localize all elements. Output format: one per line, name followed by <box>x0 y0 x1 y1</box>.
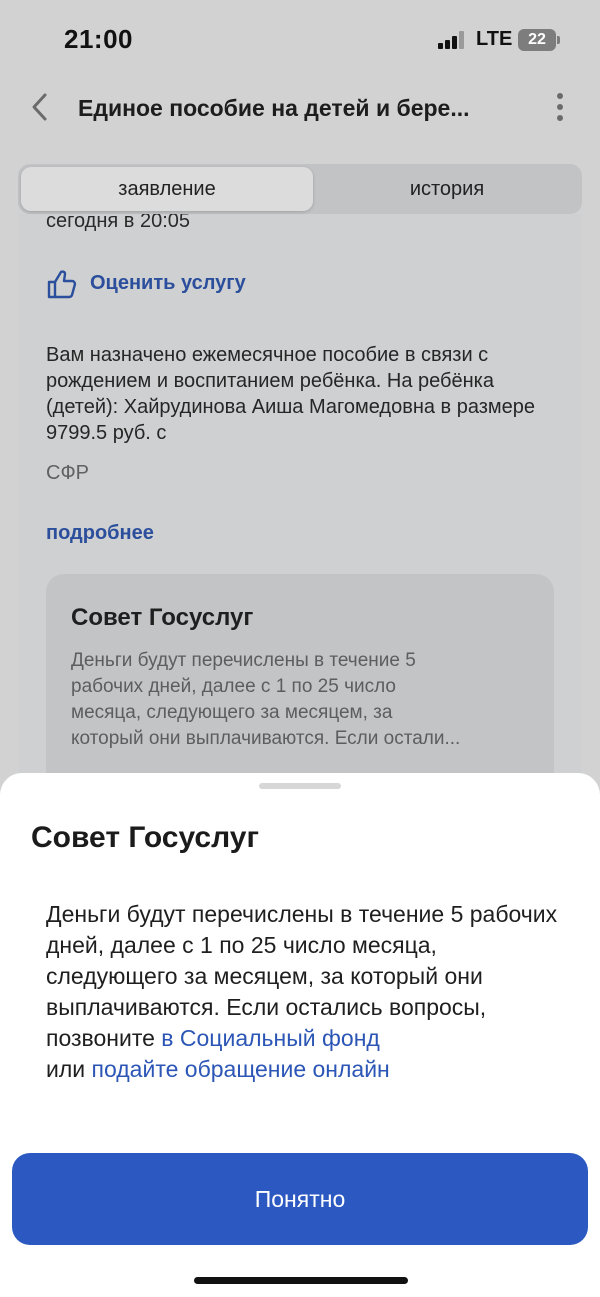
ok-button[interactable]: Понятно <box>12 1153 588 1245</box>
source-label: СФР <box>46 462 89 484</box>
advice-line: Деньги будут перечислены в течение 5 <box>71 650 416 671</box>
advice-line: который они выплачиваются. Если остали..… <box>71 728 461 749</box>
advice-line: рабочих дней, далее с 1 по 25 число <box>71 676 396 697</box>
online-appeal-link[interactable]: подайте обращение онлайн <box>92 1056 390 1082</box>
advice-card-title: Совет Госуслуг <box>71 604 254 631</box>
status-message: Вам назначено ежемесячное пособие в связ… <box>46 344 536 444</box>
application-content: сегодня в 20:05 Оценить услугу Вам назна… <box>18 214 582 834</box>
home-indicator <box>194 1277 408 1284</box>
status-time: 21:00 <box>64 24 133 54</box>
tab-application[interactable]: заявление <box>21 167 313 211</box>
app-header: Единое пособие на детей и бере... <box>0 80 600 140</box>
bottom-sheet: Совет Госуслуг Деньги будут перечислены … <box>0 773 600 1297</box>
sheet-grabber[interactable] <box>259 783 341 789</box>
thumbs-up-icon <box>46 268 78 300</box>
social-fund-link[interactable]: в Социальный фонд <box>161 1025 380 1051</box>
battery-level: 22 <box>528 31 546 48</box>
more-details-link[interactable]: подробнее <box>46 522 154 545</box>
advice-line: месяца, следующего за месяцем, за <box>71 702 393 723</box>
signal-icon <box>438 31 466 49</box>
battery-tip <box>557 36 560 44</box>
advice-card-text: Деньги будут перечислены в течение 5 раб… <box>71 648 541 752</box>
tab-history[interactable]: история <box>315 167 579 211</box>
sheet-text: Деньги будут перечислены в течение 5 раб… <box>46 899 566 1085</box>
sheet-title: Совет Госуслуг <box>31 821 259 854</box>
status-bar: 21:00 LTE 22 <box>0 0 600 80</box>
network-label: LTE <box>476 28 513 50</box>
battery-icon: 22 <box>518 29 556 51</box>
back-icon[interactable] <box>28 92 52 122</box>
page-title: Единое пособие на детей и бере... <box>78 95 470 121</box>
more-vertical-icon[interactable] <box>552 92 568 122</box>
timestamp-text: сегодня в 20:05 <box>46 214 190 232</box>
tab-switcher: заявление история <box>18 164 582 214</box>
rate-service-label: Оценить услугу <box>90 272 246 294</box>
sheet-text-or: или <box>46 1056 92 1082</box>
